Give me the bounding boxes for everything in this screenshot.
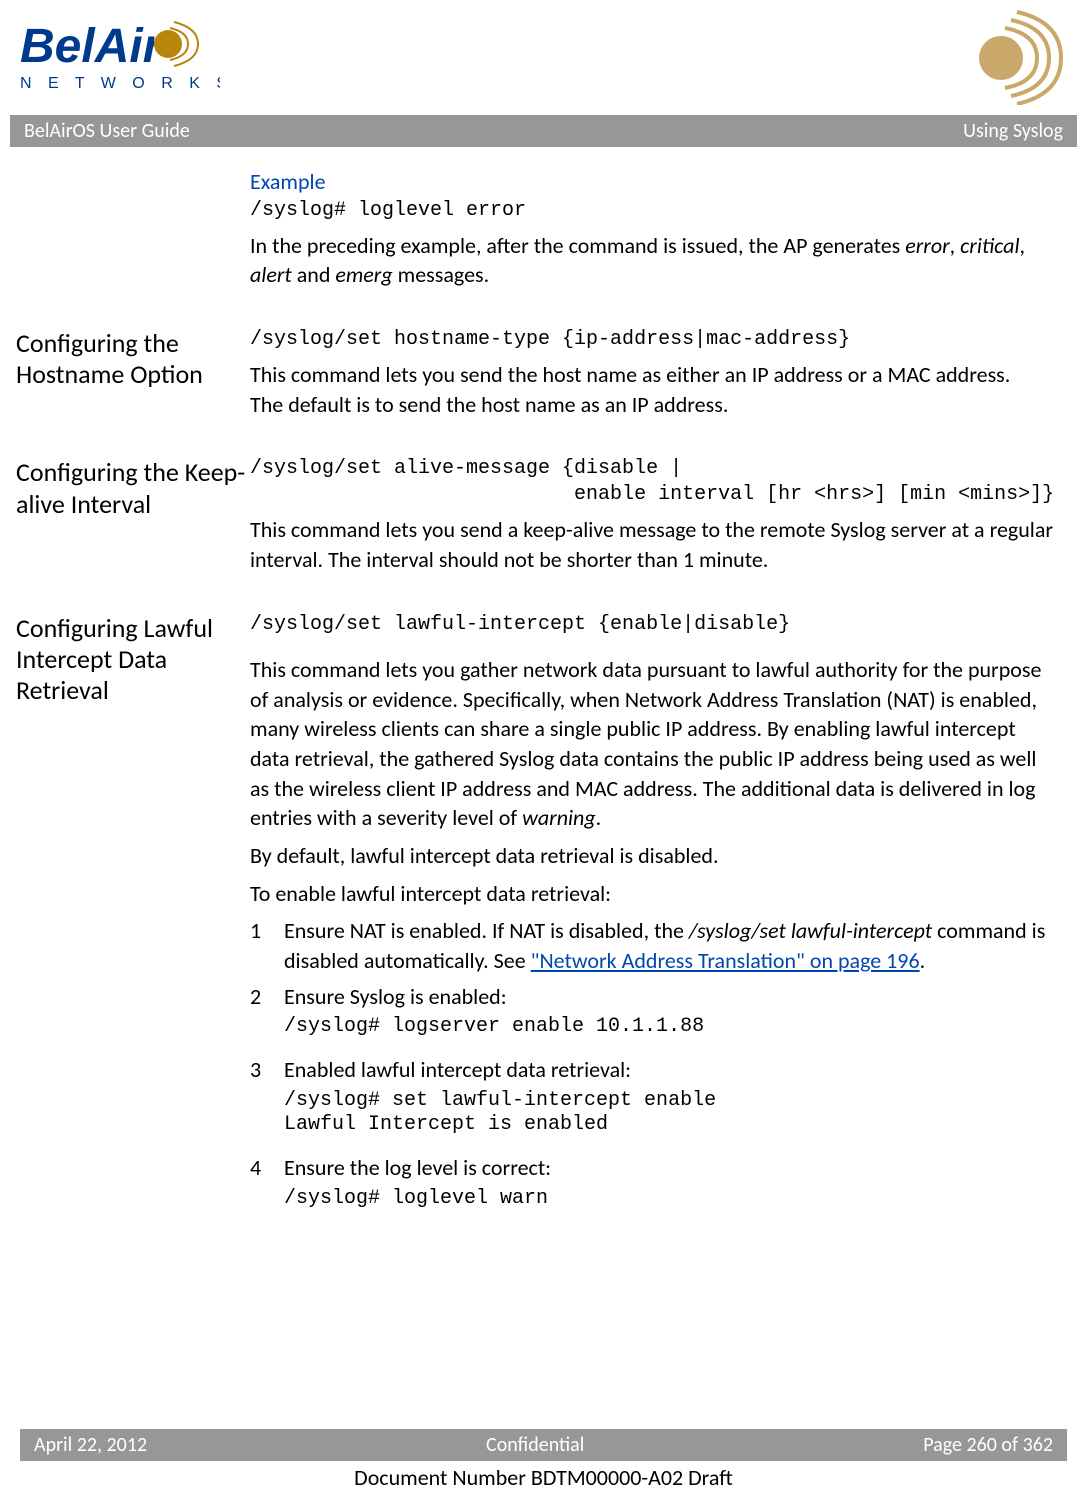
step-4-code: /syslog# loglevel warn [284, 1187, 1047, 1211]
step-3: 3 Enabled lawful intercept data retrieva… [250, 1055, 1047, 1147]
hostname-code: /syslog/set hostname-type {ip-address|ma… [250, 328, 1047, 352]
document-number: Document Number BDTM00000-A02 Draft [10, 1464, 1077, 1491]
example-code: /syslog# loglevel error [250, 199, 1047, 223]
keepalive-code-line2: enable interval [hr <hrs>] [min <mins>]} [250, 483, 1054, 507]
example-description: In the preceding example, after the comm… [250, 231, 1047, 290]
keepalive-code-line1: /syslog/set alive-message {disable | [250, 457, 1054, 481]
guide-title: BelAirOS User Guide [24, 119, 190, 143]
lawful-code: /syslog/set lawful-intercept {enable|dis… [250, 613, 1047, 637]
chapter-title: Using Syslog [963, 119, 1063, 143]
step-1: 1 Ensure NAT is enabled. If NAT is disab… [250, 916, 1047, 975]
header-logos: BelAir N E T W O R K S [10, 10, 1077, 115]
hostname-description: This command lets you send the host name… [250, 360, 1047, 419]
svg-text:N E T W O R K S: N E T W O R K S [20, 75, 220, 92]
footer-bar: April 22, 2012 Confidential Page 260 of … [20, 1429, 1067, 1461]
lawful-steps: 1 Ensure NAT is enabled. If NAT is disab… [250, 916, 1047, 1220]
header-bar: BelAirOS User Guide Using Syslog [10, 115, 1077, 147]
belair-logo: BelAir N E T W O R K S [20, 10, 220, 100]
decorative-icon [947, 10, 1067, 105]
lawful-heading: Configuring Lawful Intercept Data Retrie… [16, 613, 250, 707]
example-heading: Example [250, 167, 1047, 197]
lawful-enable-intro: To enable lawful intercept data retrieva… [250, 879, 1047, 909]
footer-page: Page 260 of 362 [923, 1433, 1053, 1457]
nat-link[interactable]: "Network Address Translation" on page 19… [531, 947, 920, 974]
hostname-heading: Configuring the Hostname Option [16, 328, 250, 390]
footer-date: April 22, 2012 [34, 1433, 147, 1457]
step-3-code: /syslog# set lawful-intercept enable Law… [284, 1089, 1047, 1137]
keepalive-heading: Configuring the Keep-alive Interval [16, 457, 250, 519]
step-2: 2 Ensure Syslog is enabled: /syslog# log… [250, 982, 1047, 1050]
footer-confidential: Confidential [486, 1433, 584, 1457]
lawful-description: This command lets you gather network dat… [250, 655, 1047, 833]
step-4: 4 Ensure the log level is correct: /sysl… [250, 1153, 1047, 1221]
step-2-code: /syslog# logserver enable 10.1.1.88 [284, 1015, 1047, 1039]
keepalive-description: This command lets you send a keep-alive … [250, 515, 1054, 574]
svg-text:BelAir: BelAir [20, 20, 164, 73]
lawful-default-note: By default, lawful intercept data retrie… [250, 841, 1047, 871]
